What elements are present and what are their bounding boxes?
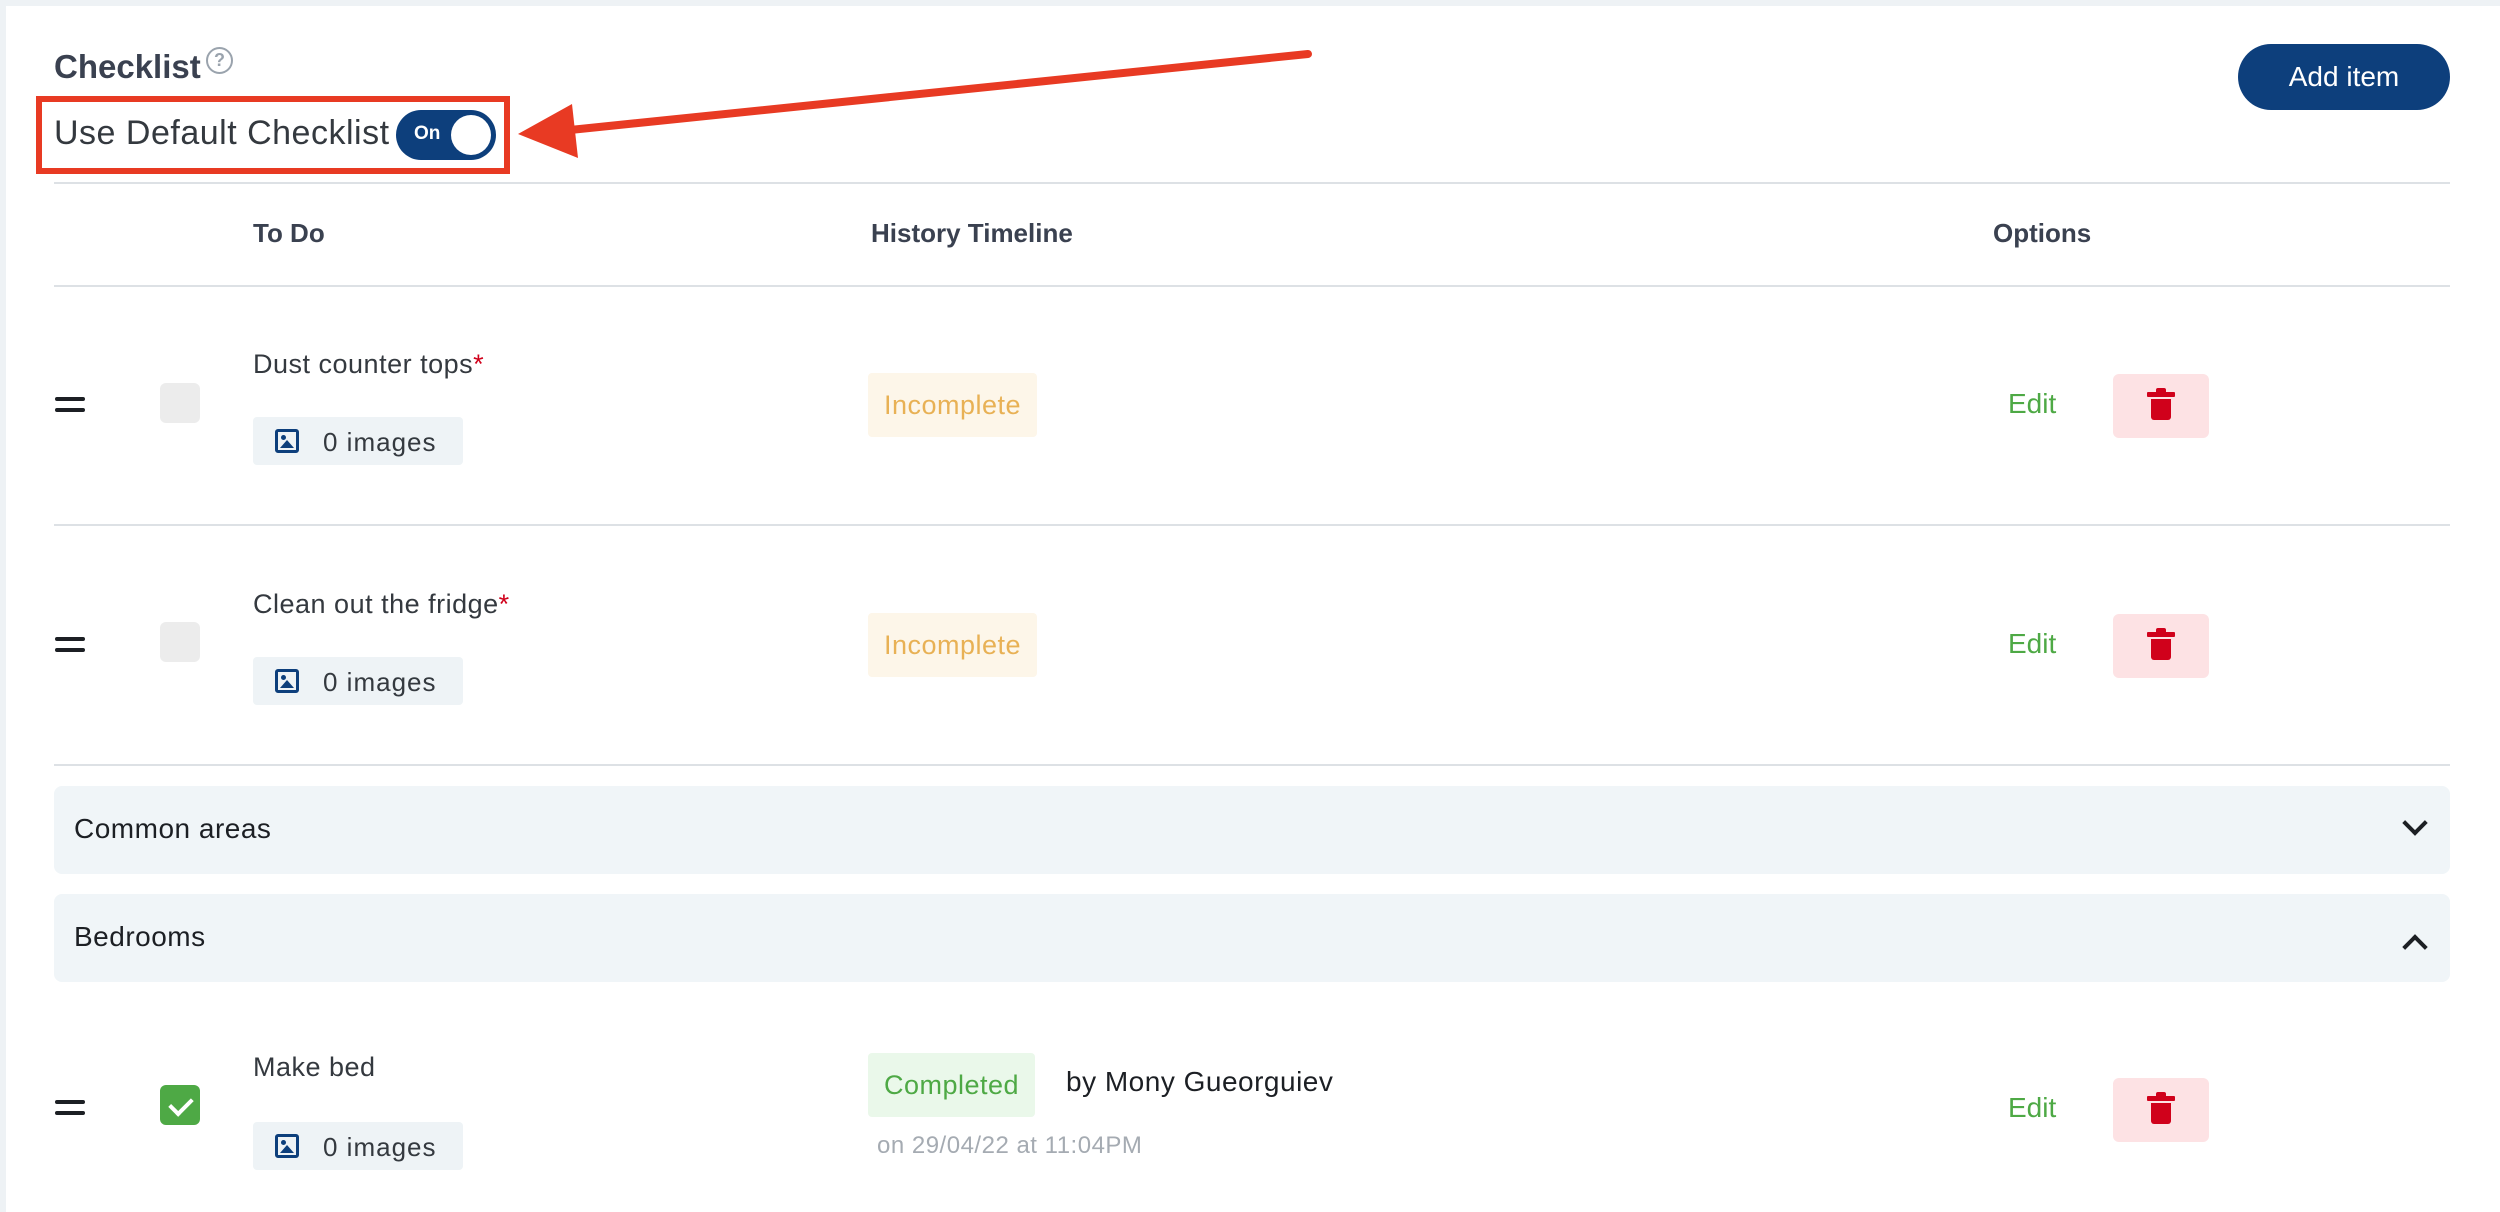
status-badge: Completed xyxy=(868,1053,1036,1117)
status-badge: Incomplete xyxy=(868,373,1038,437)
edit-link[interactable]: Edit xyxy=(2008,1092,2056,1124)
chevron-down-icon[interactable] xyxy=(2402,810,2428,836)
divider xyxy=(54,764,2450,766)
images-count: 0 images xyxy=(323,427,437,457)
chevron-up-icon[interactable] xyxy=(2402,934,2428,960)
divider xyxy=(54,285,2450,287)
trash-icon xyxy=(2147,628,2175,660)
task-name: Make bed xyxy=(253,1052,376,1082)
trash-icon xyxy=(2147,388,2175,420)
divider xyxy=(54,182,2450,184)
drag-handle-icon[interactable] xyxy=(55,1100,85,1122)
task-name: Dust counter tops* xyxy=(253,349,485,379)
image-icon xyxy=(275,669,299,693)
add-item-button[interactable]: Add item xyxy=(2238,44,2450,110)
page-title: Checklist xyxy=(54,48,201,85)
images-button[interactable]: 0 images xyxy=(253,1122,463,1170)
column-header-todo: To Do xyxy=(253,218,325,248)
delete-button[interactable] xyxy=(2113,1078,2209,1142)
drag-handle-icon[interactable] xyxy=(55,397,85,419)
images-count: 0 images xyxy=(323,1132,437,1162)
column-header-options: Options xyxy=(1993,218,2092,248)
images-count: 0 images xyxy=(323,667,437,697)
trash-icon xyxy=(2147,1092,2175,1124)
images-button[interactable]: 0 images xyxy=(253,417,463,465)
drag-handle-icon[interactable] xyxy=(55,637,85,659)
task-checkbox-checked[interactable] xyxy=(160,1085,200,1125)
image-icon xyxy=(275,429,299,453)
section-label: Bedrooms xyxy=(74,921,206,952)
delete-button[interactable] xyxy=(2113,614,2209,678)
task-checkbox[interactable] xyxy=(160,383,200,423)
annotation-highlight-box xyxy=(36,96,510,174)
section-bedrooms[interactable]: Bedrooms xyxy=(54,894,2450,982)
status-badge: Incomplete xyxy=(868,613,1038,677)
images-button[interactable]: 0 images xyxy=(253,657,463,705)
image-icon xyxy=(275,1134,299,1158)
column-header-history: History Timeline xyxy=(871,218,1073,248)
section-common-areas[interactable]: Common areas xyxy=(54,786,2450,874)
task-name: Clean out the fridge* xyxy=(253,589,510,619)
completed-by: by Mony Gueorguiev xyxy=(1066,1066,1334,1097)
edit-link[interactable]: Edit xyxy=(2008,628,2056,660)
edit-link[interactable]: Edit xyxy=(2008,388,2056,420)
completed-timestamp: on 29/04/22 at 11:04PM xyxy=(877,1132,1143,1159)
question-circle-icon[interactable]: ? xyxy=(206,47,233,74)
section-label: Common areas xyxy=(74,813,272,844)
delete-button[interactable] xyxy=(2113,374,2209,438)
divider xyxy=(54,524,2450,526)
task-checkbox[interactable] xyxy=(160,622,200,662)
